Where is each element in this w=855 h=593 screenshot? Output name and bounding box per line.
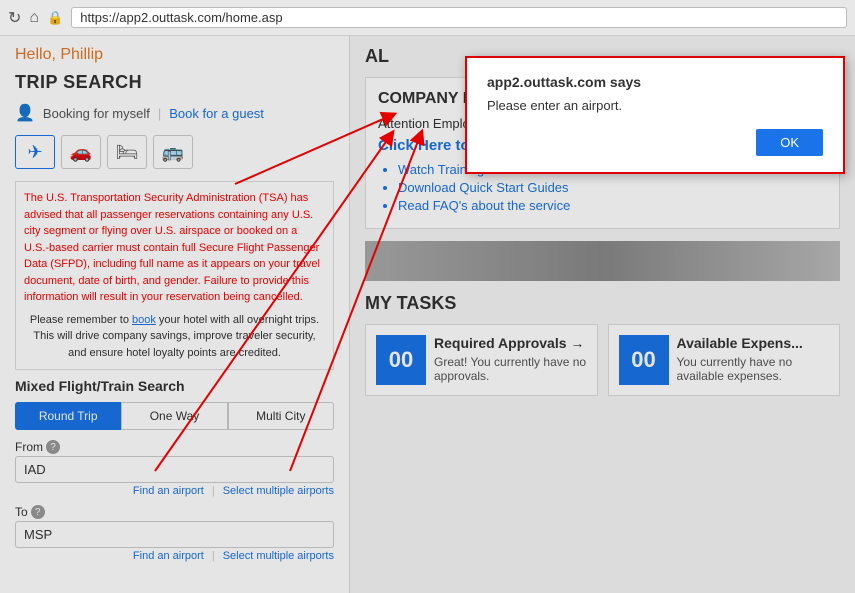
lock-icon: 🔒	[47, 10, 63, 26]
modal-dialog: app2.outtask.com says Please enter an ai…	[465, 56, 845, 174]
url-bar[interactable]	[71, 7, 847, 28]
modal-overlay: app2.outtask.com says Please enter an ai…	[0, 36, 855, 593]
home-button[interactable]: ⌂	[29, 9, 39, 27]
page-content: Hello, Phillip TRIP SEARCH 👤 Booking for…	[0, 36, 855, 593]
refresh-button[interactable]: ↻	[8, 8, 21, 28]
modal-title: app2.outtask.com says	[487, 74, 823, 90]
modal-ok-button[interactable]: OK	[756, 129, 823, 156]
modal-message: Please enter an airport.	[487, 98, 823, 113]
browser-bar: ↻ ⌂ 🔒	[0, 0, 855, 36]
